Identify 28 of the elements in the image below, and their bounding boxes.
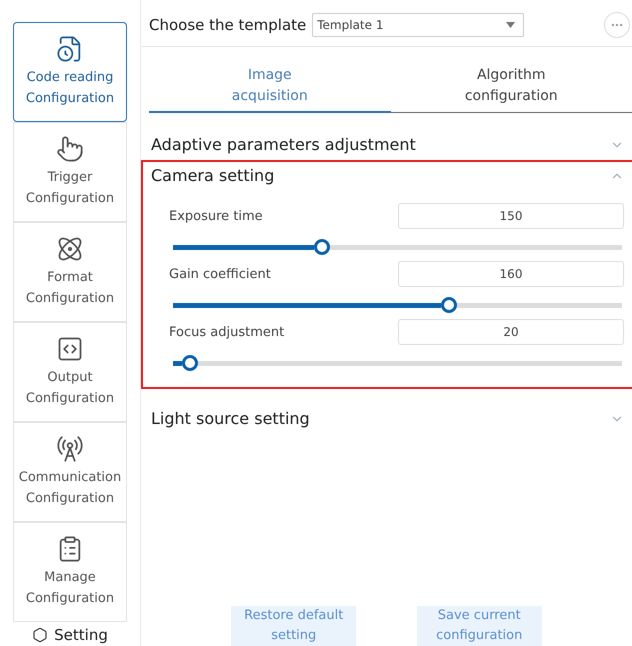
code-window-icon	[56, 335, 84, 363]
template-label: Choose the template	[149, 16, 306, 34]
sidebar-item[interactable]: Format Configuration	[13, 222, 127, 322]
sidebar-item[interactable]: Output Configuration	[13, 322, 127, 422]
sidebar-item[interactable]: Manage Configuration	[13, 522, 127, 622]
hand-pointer-icon	[56, 135, 84, 163]
parameter-label: Gain coefficient	[169, 266, 271, 282]
value-field[interactable]: 160	[398, 261, 624, 287]
antenna-icon	[56, 435, 84, 463]
slider-thumb[interactable]	[314, 239, 330, 255]
sidebar-item[interactable]: Trigger Configuration	[13, 122, 127, 222]
atom-icon	[56, 235, 84, 263]
template-dropdown[interactable]: Template 1	[312, 13, 524, 37]
slider-thumb[interactable]	[182, 355, 198, 371]
section-title: Adaptive parameters adjustment	[151, 135, 416, 154]
section-title: Camera setting	[151, 166, 274, 185]
parameter-label: Exposure time	[169, 208, 263, 224]
sidebar-item[interactable]: Code reading Configuration	[13, 22, 127, 122]
value-field[interactable]: 150	[398, 203, 624, 229]
setting-label[interactable]: Setting	[54, 626, 108, 644]
section-title: Light source setting	[151, 409, 310, 428]
caret-icon	[506, 22, 516, 28]
parameter-label: Focus adjustment	[169, 324, 284, 340]
tab[interactable]: Image acquisition	[149, 57, 390, 113]
sidebar-item[interactable]: Communication Configuration	[13, 422, 127, 522]
tab[interactable]: Algorithm configuration	[390, 57, 632, 113]
slider-thumb[interactable]	[441, 297, 458, 313]
value-field[interactable]: 20	[398, 319, 624, 345]
